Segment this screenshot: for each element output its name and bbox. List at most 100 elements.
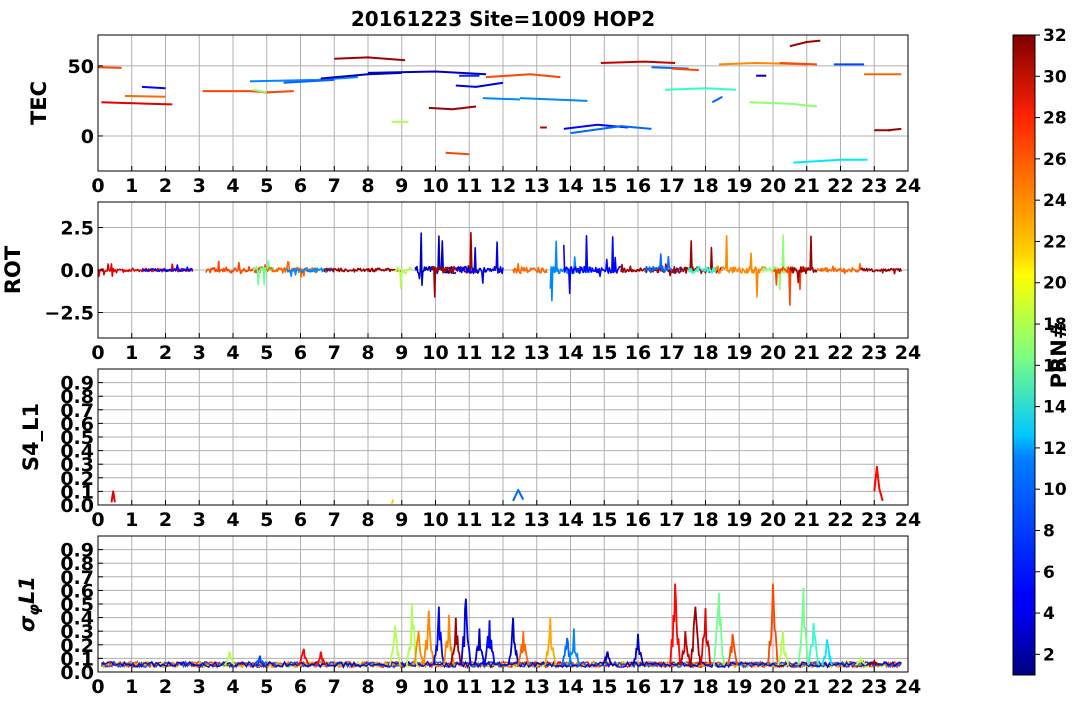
x-tick-label: 1 [125,676,138,698]
x-tick-label: 2 [159,175,172,197]
x-tick-label: 10 [422,676,448,698]
colorbar-tick-label: 14 [1043,398,1067,418]
x-tick-label: 3 [193,676,206,698]
x-tick-label: 19 [726,509,752,531]
x-tick-label: 11 [456,509,482,531]
x-tick-label: 12 [490,175,516,197]
x-tick-label: 22 [827,342,853,364]
prn-colorbar: 2468101214161820222426283032 PRN# [1012,26,1071,676]
x-tick-label: 23 [861,175,887,197]
rot-panel: 0 1 2 3 4 5 6 7 8 9 10 11 12 13 14 15 16 17 18 19 20 21 22 23 24… [1,201,921,364]
x-tick-label: 10 [422,509,448,531]
x-tick-label: 2 [159,676,172,698]
x-tick-label: 9 [395,175,408,197]
y-tick-label: 0.0 [60,260,94,282]
tec-panel: 0 1 2 3 4 5 6 7 8 9 10 11 12 13 14 15 16 17 18 19 20 21 22 23 24… [27,34,921,197]
x-tick-label: 17 [659,509,685,531]
x-tick-label: 13 [524,175,550,197]
x-tick-label: 22 [827,175,853,197]
x-tick-label: 13 [524,676,550,698]
x-tick-label: 15 [591,175,617,197]
y-tick-label: 0 [81,126,94,148]
s4-panel: 0 1 2 3 4 5 6 7 8 9 10 11 12 13 14 15 16 17 18 19 20 21 22 23 24… [19,368,921,531]
x-tick-label: 3 [193,175,206,197]
x-tick-label: 9 [395,676,408,698]
x-tick-label: 11 [456,342,482,364]
x-tick-label: 21 [794,342,820,364]
colorbar-tick-label: 32 [1043,26,1067,46]
x-tick-label: 14 [557,175,583,197]
x-tick-label: 18 [692,509,718,531]
series-line-prn-26 [98,66,122,69]
x-tick-label: 15 [591,342,617,364]
x-tick-label: 8 [361,342,374,364]
colorbar-gradient [1012,34,1036,676]
x-tick-label: 10 [422,342,448,364]
x-tick-label: 19 [726,676,752,698]
figure: 20161223 Site=1009 HOP2 0 1 2 3 4 5 6 7 8 9 10 11 12… [1,7,1071,698]
x-tick-label: 15 [591,676,617,698]
x-tick-label: 16 [625,676,651,698]
x-tick-label: 3 [193,509,206,531]
x-tick-label: 13 [524,509,550,531]
x-tick-label: 5 [260,509,273,531]
x-tick-label: 3 [193,342,206,364]
colorbar-tick-label: 8 [1043,521,1055,541]
y-tick-label: −2.5 [44,303,94,325]
x-tick-label: 23 [861,509,887,531]
x-tick-label: 21 [794,509,820,531]
y-tick-label: 0.9 [60,540,94,562]
sigma-phi-panel: 0 1 2 3 4 5 6 7 8 9 10 11 12 13 14 15 16 17 18 19 20 21 22 23 24… [15,535,921,698]
series-line-prn-26 [263,90,294,94]
x-tick-label: 6 [294,342,307,364]
colorbar-tick-label: 2 [1043,645,1055,665]
colorbar-tick-label: 4 [1043,604,1055,624]
x-tick-label: 7 [328,175,341,197]
x-tick-label: 17 [659,342,685,364]
x-tick-label: 17 [659,676,685,698]
x-tick-label: 23 [861,342,887,364]
colorbar-tick-label: 26 [1043,150,1067,170]
x-tick-label: 14 [557,342,583,364]
x-tick-label: 14 [557,509,583,531]
x-tick-label: 8 [361,676,374,698]
series-line-prn-25 [124,95,166,98]
x-tick-label: 18 [692,342,718,364]
x-tick-label: 12 [490,676,516,698]
x-tick-label: 6 [294,175,307,197]
colorbar-tick-label: 28 [1043,109,1067,129]
x-tick-label: 11 [456,676,482,698]
x-tick-label: 18 [692,676,718,698]
y-axis-label: S4_L1 [19,403,43,471]
x-tick-label: 5 [260,342,273,364]
x-tick-label: 4 [226,342,239,364]
x-tick-label: 15 [591,509,617,531]
x-tick-label: 20 [760,509,786,531]
series-line-prn-26 [445,151,470,156]
x-tick-label: 16 [625,342,651,364]
x-tick-label: 9 [395,509,408,531]
x-tick-label: 24 [895,676,921,698]
x-tick-label: 20 [760,175,786,197]
series-line-prn-9 [482,97,520,101]
x-tick-label: 4 [226,175,239,197]
colorbar-tick-label: 6 [1043,563,1055,583]
colorbar-tick-label: 30 [1043,67,1067,87]
x-tick-label: 22 [827,676,853,698]
x-tick-label: 21 [794,175,820,197]
x-tick-label: 4 [226,509,239,531]
y-tick-label: 2.5 [60,218,94,240]
x-tick-label: 17 [659,175,685,197]
colorbar-tick-label: 10 [1043,480,1067,500]
x-tick-label: 8 [361,175,374,197]
x-tick-label: 12 [490,342,516,364]
x-tick-label: 2 [159,509,172,531]
x-tick-label: 24 [895,342,921,364]
series-line-prn-31 [887,127,902,132]
colorbar-label: PRN# [1047,322,1071,389]
x-tick-label: 16 [625,175,651,197]
colorbar-tick-label: 24 [1043,191,1067,211]
y-tick-label: 50 [68,56,94,78]
x-tick-label: 13 [524,342,550,364]
x-tick-label: 7 [328,676,341,698]
